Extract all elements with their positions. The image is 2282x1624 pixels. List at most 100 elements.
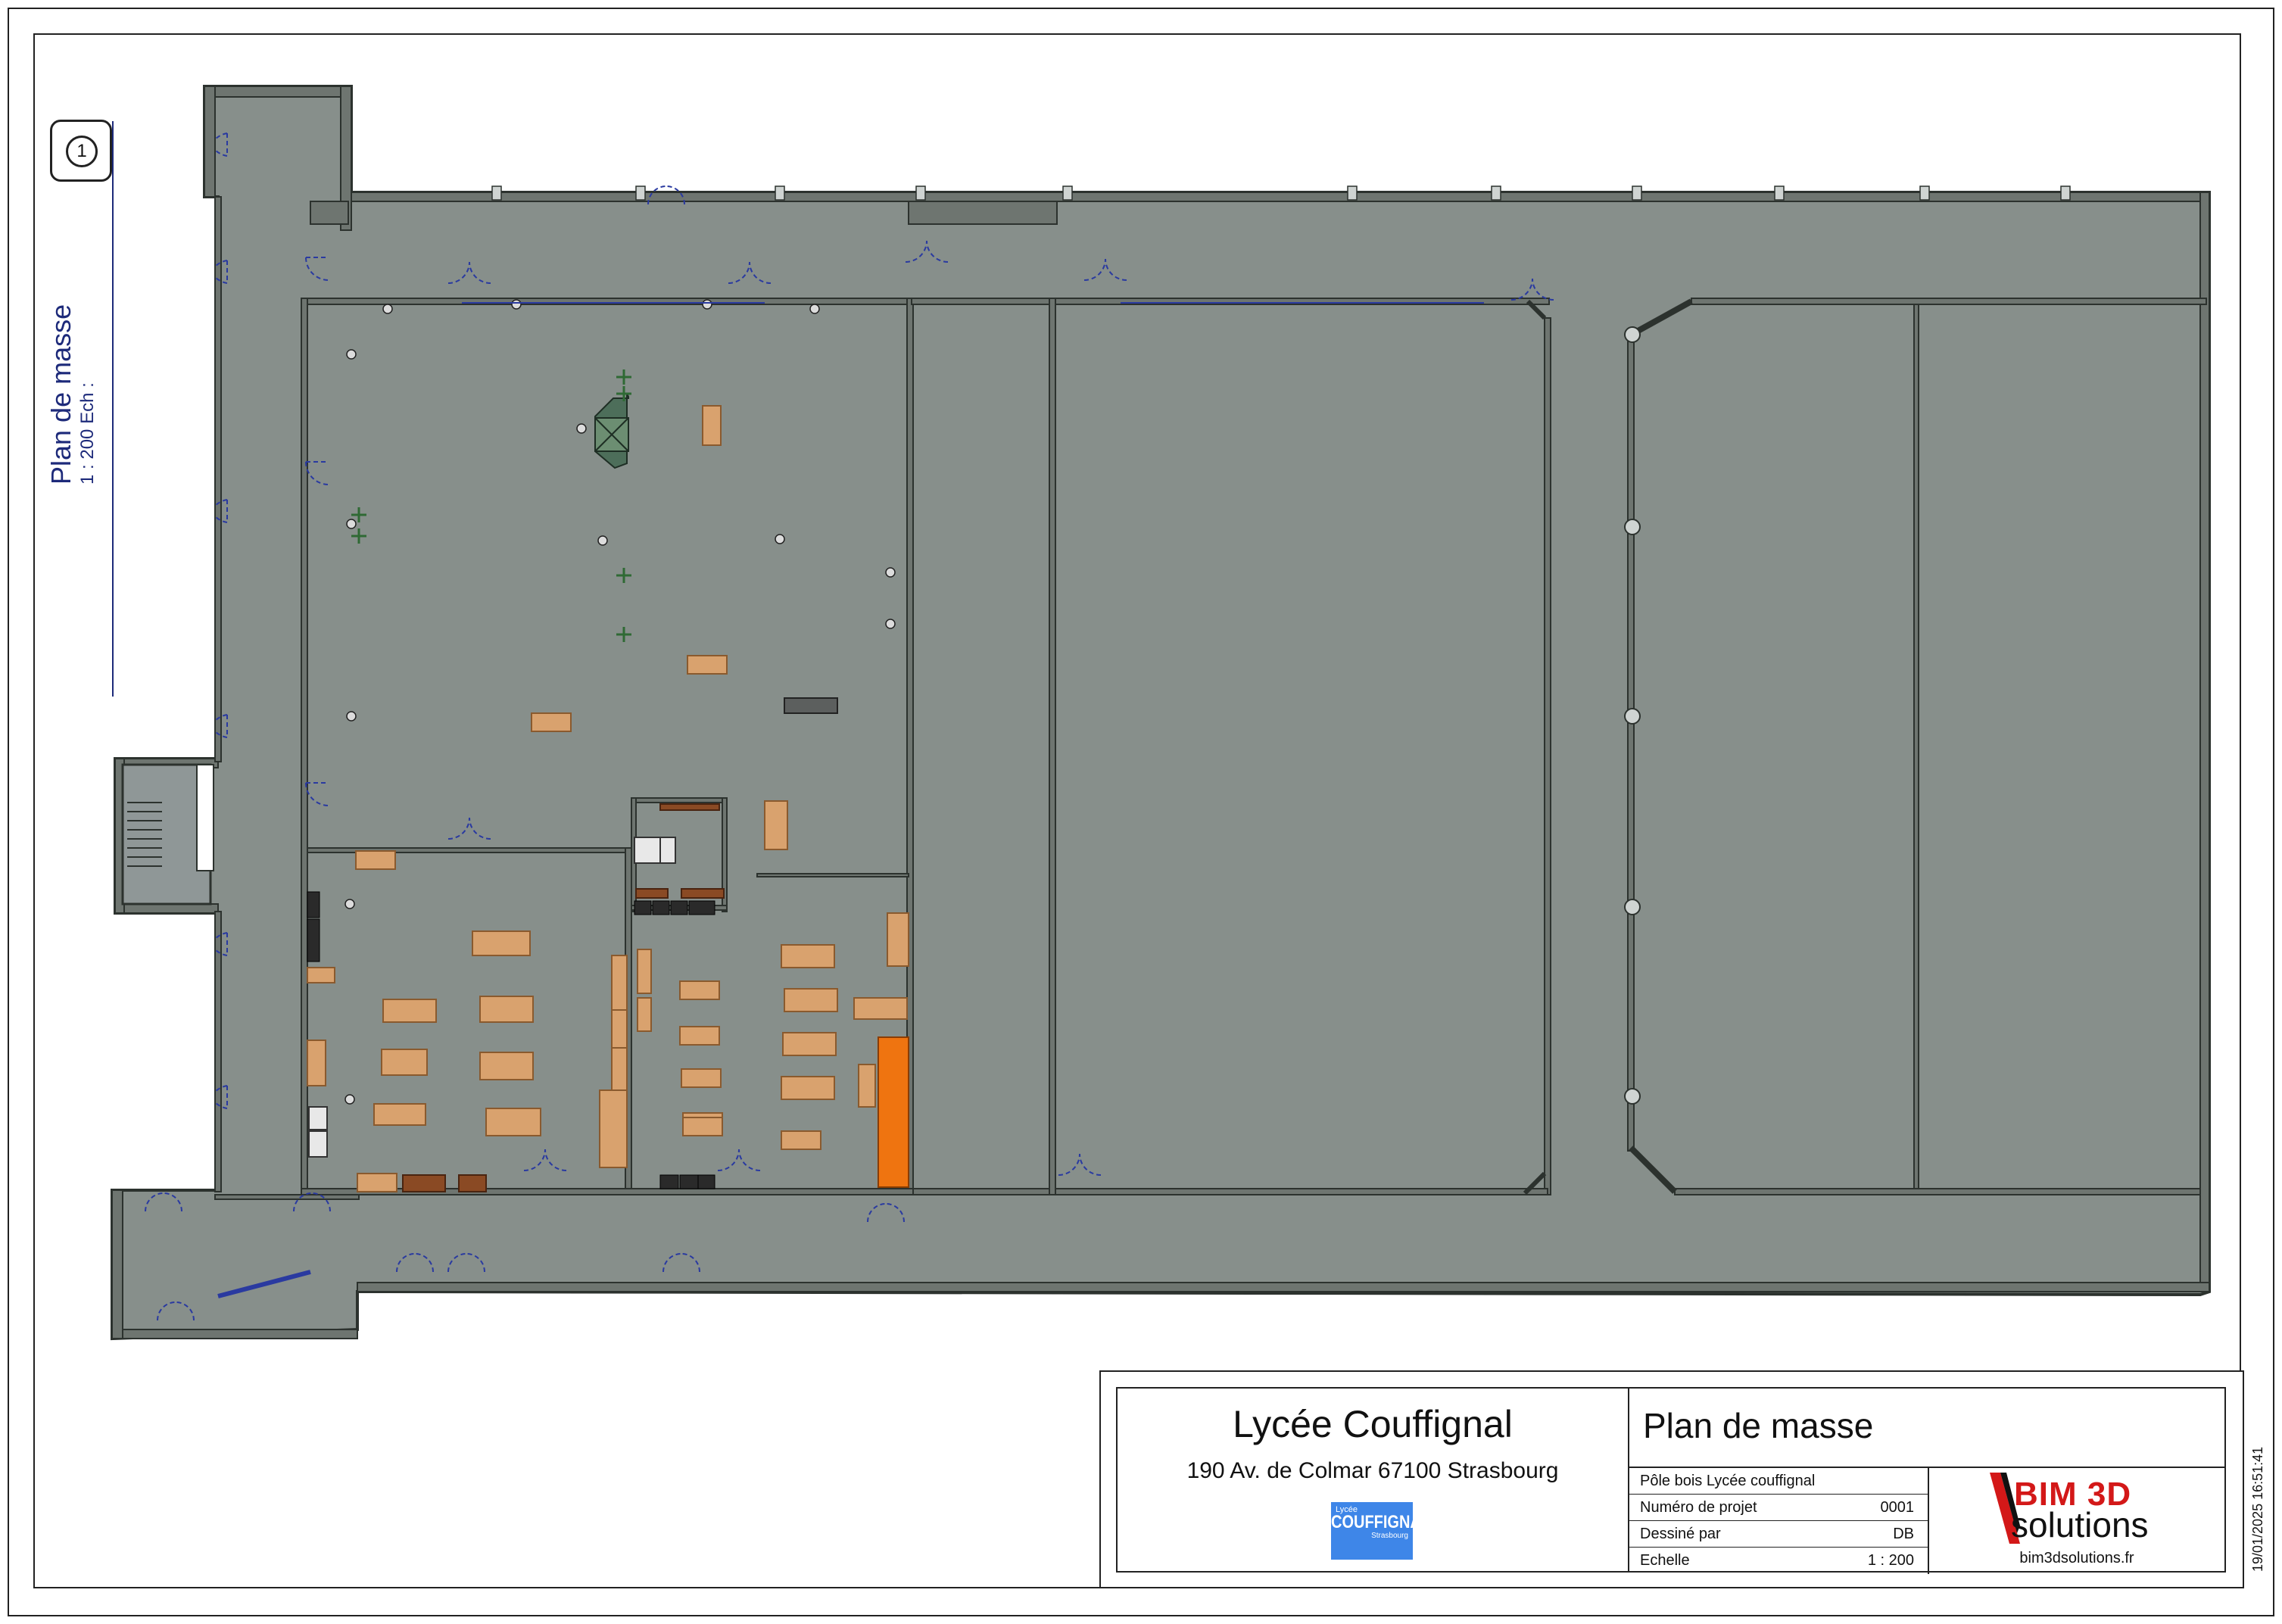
info-key: Dessiné par — [1640, 1526, 1721, 1542]
fixture — [702, 299, 712, 310]
workbench — [679, 980, 720, 1000]
workbench — [382, 999, 437, 1023]
pilaster — [1919, 185, 1930, 201]
brand-url: bim3dsolutions.fr — [2019, 1550, 2134, 1566]
school-logo: Lycée COUFFIGNAL Strasbourg — [1331, 1502, 1431, 1560]
project-info-table: Pôle bois Lycée couffignal Numéro de pro… — [1629, 1467, 1929, 1574]
title-block-project: Lycée Couffignal 190 Av. de Colmar 67100… — [1118, 1389, 1629, 1571]
info-value: DB — [1893, 1526, 1914, 1542]
pilaster — [491, 185, 502, 201]
fixture — [809, 304, 820, 314]
sheet-title: Plan de masse — [1643, 1406, 1874, 1445]
info-row: Dessiné par DB — [1629, 1521, 1928, 1548]
appliance — [308, 1106, 328, 1130]
brand-logo: BIM 3D solutions bim3dsolutions.fr — [1929, 1467, 2224, 1574]
pilaster — [1774, 185, 1785, 201]
classroom-north-partition — [756, 873, 909, 877]
east-hall-north-wall — [1691, 298, 2207, 305]
north-lobby-wall — [310, 201, 349, 225]
machine — [659, 1174, 679, 1189]
machine — [688, 900, 715, 915]
workbench — [682, 1117, 723, 1136]
machine — [652, 900, 670, 915]
view-scale-value: 1 : 200 — [77, 429, 98, 485]
east-hall-south-wall — [1674, 1188, 2201, 1195]
info-row: Echelle 1 : 200 — [1629, 1548, 1928, 1574]
machine — [307, 891, 320, 918]
workbench — [611, 955, 628, 1011]
workbench — [611, 1009, 628, 1049]
workbench — [784, 988, 838, 1012]
pilaster — [1062, 185, 1073, 201]
workbench — [472, 930, 531, 956]
highlighted-workbench — [878, 1036, 909, 1188]
info-row: Numéro de projet 0001 — [1629, 1495, 1928, 1521]
dust-extractor — [784, 697, 838, 714]
machine — [670, 900, 688, 915]
machine — [307, 918, 320, 962]
cabinet — [681, 888, 725, 899]
pilaster — [1347, 185, 1358, 201]
workbench — [853, 997, 908, 1020]
east-hall-west-wall — [1627, 332, 1635, 1152]
fixture — [775, 534, 785, 544]
bay2-south-wall — [1055, 1188, 1548, 1195]
title-block: Lycée Couffignal 190 Av. de Colmar 67100… — [1099, 1370, 2244, 1588]
view-name: Plan de masse — [45, 304, 76, 485]
view-scale: 1 : 200 Ech : — [77, 304, 98, 485]
school-logo-line2: COUFFIGNAL — [1331, 1512, 1431, 1533]
pilaster — [915, 185, 926, 201]
school-address: 190 Av. de Colmar 67100 Strasbourg — [1186, 1458, 1559, 1483]
info-key: Echelle — [1640, 1552, 1690, 1569]
workbench — [781, 1130, 821, 1150]
exterior-wall — [204, 86, 352, 98]
fixture — [885, 567, 896, 578]
workbench — [479, 1052, 534, 1080]
workshop-west-wall — [301, 298, 308, 1195]
workbench — [599, 1089, 628, 1168]
column — [1624, 519, 1641, 535]
workbench — [781, 1076, 835, 1100]
machine — [679, 1174, 699, 1189]
fixture — [885, 619, 896, 629]
fixture — [346, 711, 357, 722]
column — [1624, 1088, 1641, 1105]
workbench — [781, 944, 835, 968]
view-title: Plan de masse 1 : 200 Ech : — [45, 121, 121, 697]
workbench — [357, 1173, 397, 1192]
title-block-sheet: Plan de masse Pôle bois Lycée couffignal… — [1629, 1389, 2224, 1574]
machine — [634, 900, 652, 915]
workbench — [611, 1047, 628, 1094]
bay1-south-wall — [912, 1188, 1050, 1195]
east-hall-divider — [1913, 304, 1919, 1189]
cabinet — [635, 888, 669, 899]
exterior-wall — [114, 903, 219, 914]
west-corridor-wall — [214, 196, 222, 762]
pilaster — [2060, 185, 2071, 201]
column — [1624, 899, 1641, 915]
workbench — [381, 1049, 428, 1076]
workbench — [782, 1032, 837, 1056]
workbench — [637, 997, 652, 1032]
workbench — [531, 712, 572, 732]
workbench — [702, 405, 722, 446]
workbench — [307, 1040, 326, 1086]
cabinet — [659, 803, 720, 811]
stair-landing — [196, 764, 214, 871]
workbench — [355, 850, 396, 870]
exterior-wall — [351, 192, 2210, 202]
pilaster — [635, 185, 646, 201]
workbench — [373, 1103, 426, 1126]
appliance — [659, 837, 676, 864]
machine — [697, 1174, 715, 1189]
north-service-room — [908, 201, 1058, 225]
school-name: Lycée Couffignal — [1233, 1403, 1513, 1445]
column — [1624, 326, 1641, 343]
workbench — [679, 1026, 720, 1046]
info-value: 1 : 200 — [1867, 1552, 1914, 1569]
fixture — [344, 899, 355, 909]
column — [1624, 708, 1641, 725]
fixture — [382, 304, 393, 314]
exterior-wall — [111, 1189, 123, 1339]
bay1-east-wall — [1049, 298, 1056, 1195]
